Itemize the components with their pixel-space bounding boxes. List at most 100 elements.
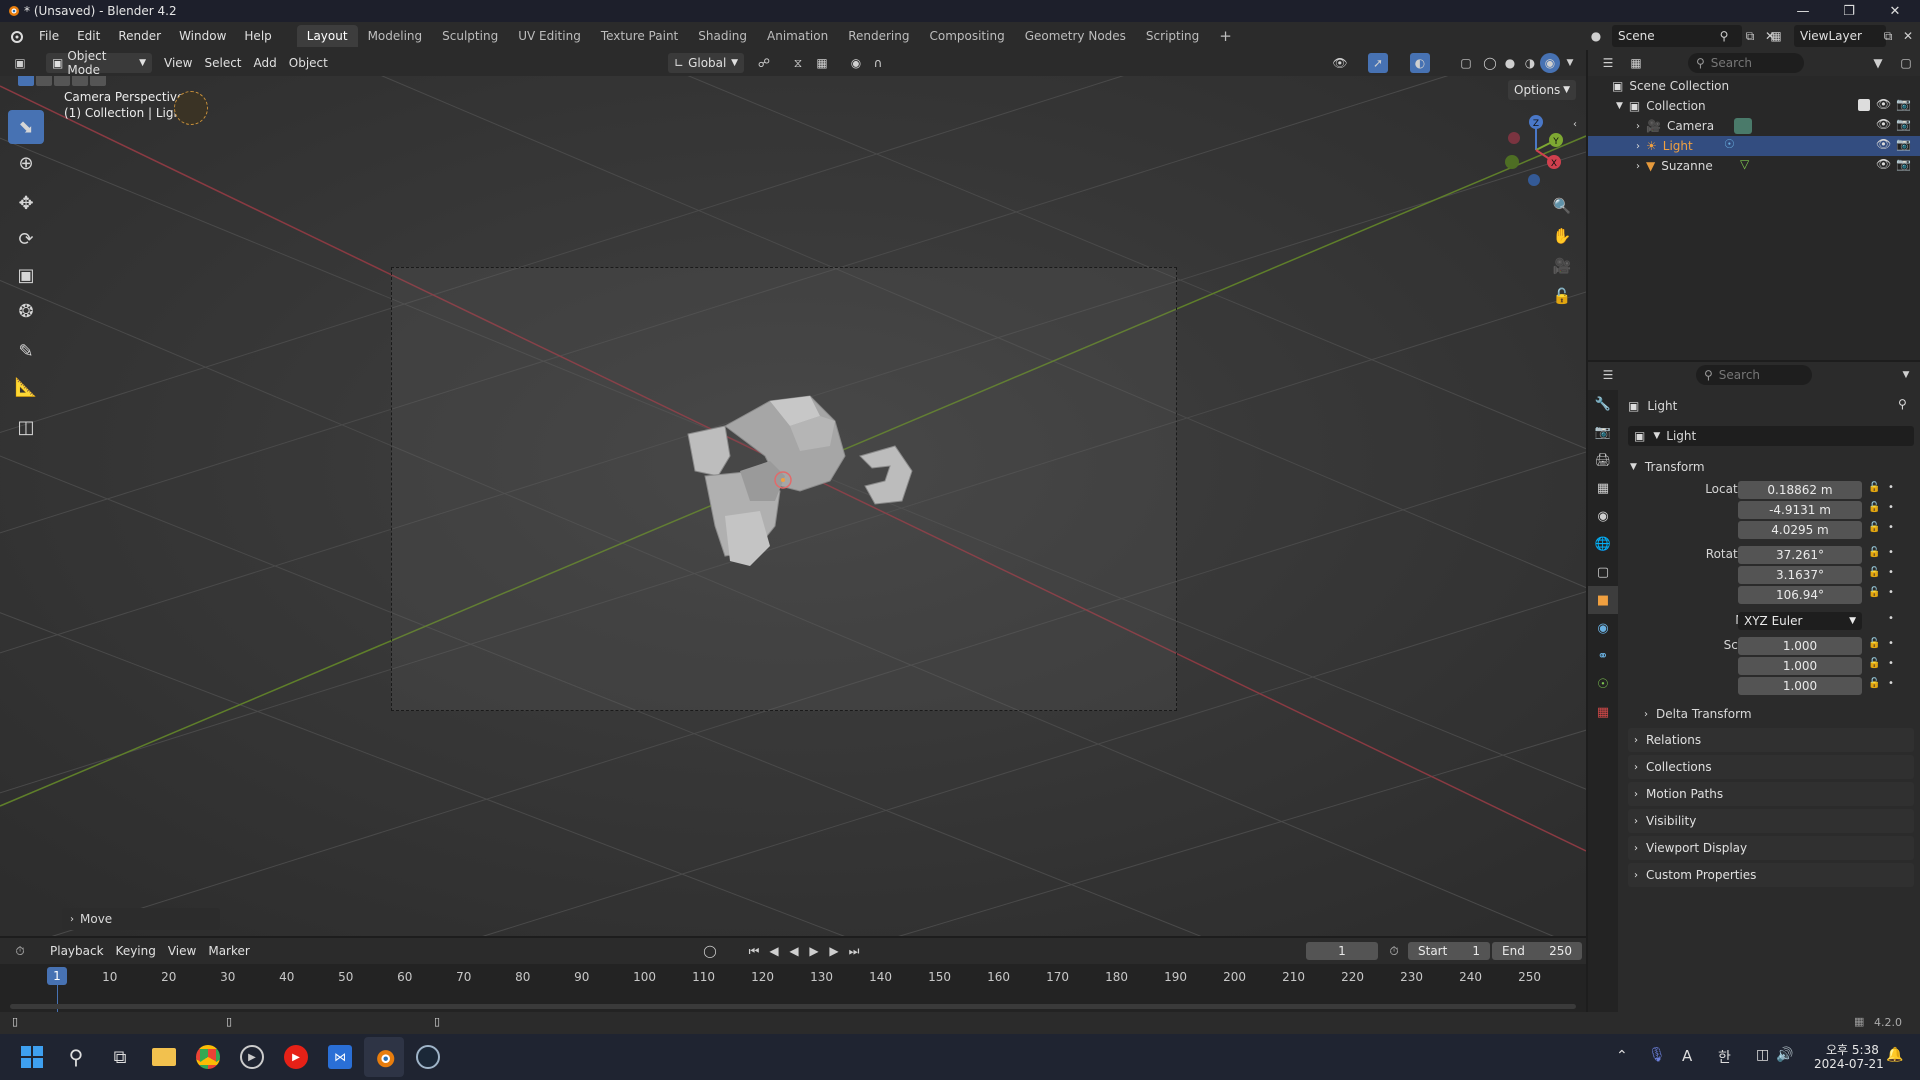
delta-transform-subpanel[interactable]: › Delta Transform: [1644, 704, 1914, 724]
pivot-icon[interactable]: ☍: [754, 53, 774, 73]
outliner-row-suzanne[interactable]: › ▼ Suzanne ▽ 👁 📷: [1588, 156, 1920, 176]
scale-tool[interactable]: ▣: [8, 258, 44, 292]
add-view-layer-icon[interactable]: ⧉: [1878, 26, 1898, 46]
options-button[interactable]: Options ▼: [1508, 80, 1576, 100]
timeline-ruler[interactable]: 10 20 30 40 50 60 70 80 90 100 110 120 130 140 150 160 1…: [0, 964, 1586, 1012]
light-data-tab-icon[interactable]: ☉: [1588, 670, 1618, 698]
clock-icon[interactable]: ⏱: [1384, 941, 1404, 961]
clock-time[interactable]: 오후 5:38: [1826, 1041, 1879, 1058]
close-button[interactable]: ✕: [1872, 0, 1918, 22]
lock-icon[interactable]: 🔓: [1868, 638, 1880, 649]
menu-render[interactable]: Render: [109, 25, 170, 47]
3d-viewport[interactable]: Camera Perspective (1) Collection | Ligh…: [0, 76, 1586, 936]
menu-help[interactable]: Help: [235, 25, 280, 47]
constraints-tab-icon[interactable]: ⚭: [1588, 642, 1618, 670]
keyframe-dot-icon[interactable]: •: [1888, 613, 1894, 624]
relations-panel[interactable]: › Relations: [1628, 728, 1914, 752]
measure-tool[interactable]: 📐: [8, 370, 44, 404]
snap-icon[interactable]: ⧖: [788, 53, 808, 73]
custom-properties-panel[interactable]: › Custom Properties: [1628, 863, 1914, 887]
scale-z-field[interactable]: 1.000: [1738, 677, 1862, 695]
outliner-row-scene-collection[interactable]: ▣ Scene Collection: [1588, 76, 1920, 96]
chevron-down-icon[interactable]: ▼: [1616, 101, 1623, 111]
menu-object[interactable]: Object: [283, 53, 334, 73]
rotation-x-field[interactable]: 37.261°: [1738, 546, 1862, 564]
eye-icon[interactable]: 👁: [1876, 157, 1891, 171]
task-view-icon[interactable]: ⧉: [100, 1037, 140, 1077]
current-frame-field[interactable]: 1: [1306, 942, 1378, 960]
view-layer-icon[interactable]: ▦: [1766, 26, 1786, 46]
prev-keyframe-icon[interactable]: ◀: [764, 941, 784, 961]
ime-language-indicator[interactable]: A: [1682, 1047, 1692, 1065]
tab-layout[interactable]: Layout: [296, 25, 358, 47]
transform-panel-header[interactable]: ▼ Transform: [1628, 456, 1914, 478]
menu-edit[interactable]: Edit: [68, 25, 109, 47]
chevron-right-icon[interactable]: ›: [1636, 141, 1640, 152]
camera-lock-icon[interactable]: [174, 91, 208, 125]
keyframe-dot-icon[interactable]: •: [1888, 658, 1894, 669]
tab-compositing[interactable]: Compositing: [919, 25, 1014, 47]
keyframe-dot-icon[interactable]: •: [1888, 482, 1894, 493]
add-cube-tool[interactable]: ◫: [8, 410, 44, 444]
menu-window[interactable]: Window: [170, 25, 235, 47]
gizmo-toggle-icon[interactable]: ➚: [1368, 53, 1388, 73]
jump-end-icon[interactable]: ⏭: [844, 941, 864, 961]
rotation-mode-select[interactable]: XYZ Euler ▼: [1738, 612, 1862, 630]
shading-options-icon[interactable]: ▼: [1560, 53, 1580, 73]
scene-tab-icon[interactable]: ◉: [1588, 502, 1618, 530]
tab-animation[interactable]: Animation: [757, 25, 838, 47]
xray-icon[interactable]: ▢: [1456, 53, 1476, 73]
outliner-row-collection[interactable]: ▼ ▣ Collection 👁 📷: [1588, 96, 1920, 116]
rotation-y-field[interactable]: 3.1637°: [1738, 566, 1862, 584]
keyframe-dot-icon[interactable]: •: [1888, 522, 1894, 533]
display-mode-icon[interactable]: ▦: [1626, 53, 1646, 73]
play-reverse-icon[interactable]: ◀: [784, 941, 804, 961]
tab-texture-paint[interactable]: Texture Paint: [591, 25, 688, 47]
physics-tab-icon[interactable]: ◉: [1588, 614, 1618, 642]
view-layer-tab-icon[interactable]: ▦: [1588, 474, 1618, 502]
overlay-toggle-icon[interactable]: ◐: [1410, 53, 1430, 73]
motion-paths-panel[interactable]: › Motion Paths: [1628, 782, 1914, 806]
suzanne-mesh[interactable]: [680, 376, 940, 596]
tab-shading[interactable]: Shading: [688, 25, 757, 47]
tab-modeling[interactable]: Modeling: [358, 25, 433, 47]
tab-sculpting[interactable]: Sculpting: [432, 25, 508, 47]
start-frame-field[interactable]: Start 1: [1408, 942, 1490, 960]
keyframe-dot-icon[interactable]: •: [1888, 678, 1894, 689]
outliner-search[interactable]: ⚲ Search: [1688, 53, 1804, 73]
keyframe-dot-icon[interactable]: •: [1888, 547, 1894, 558]
windows-start-icon[interactable]: [12, 1037, 52, 1077]
location-y-field[interactable]: -4.9131 m: [1738, 501, 1862, 519]
scale-y-field[interactable]: 1.000: [1738, 657, 1862, 675]
menu-file[interactable]: File: [30, 25, 68, 47]
select-intersect-icon[interactable]: [90, 76, 106, 86]
tray-chevron-up-icon[interactable]: ⌃: [1616, 1048, 1628, 1064]
network-tray-icon[interactable]: ◫: [1756, 1047, 1769, 1063]
rotation-z-field[interactable]: 106.94°: [1738, 586, 1862, 604]
lock-icon[interactable]: 🔓: [1868, 678, 1880, 689]
pin-icon[interactable]: ⚲: [1898, 397, 1907, 411]
next-keyframe-icon[interactable]: ▶: [824, 941, 844, 961]
keyframe-dot-icon[interactable]: •: [1888, 502, 1894, 513]
last-operator-panel[interactable]: › Move: [62, 908, 220, 930]
move-tool[interactable]: ✥: [8, 186, 44, 220]
timeline-editor-icon[interactable]: ⏱: [10, 941, 30, 961]
eye-icon[interactable]: 👁: [1876, 97, 1891, 111]
lock-icon[interactable]: 🔓: [1868, 547, 1880, 558]
file-explorer-icon[interactable]: [144, 1037, 184, 1077]
remove-view-layer-icon[interactable]: ✕: [1898, 26, 1918, 46]
maximize-button[interactable]: ❐: [1826, 0, 1872, 22]
blender-menu-icon[interactable]: [6, 26, 26, 46]
minimize-button[interactable]: —: [1780, 0, 1826, 22]
select-new-icon[interactable]: [18, 76, 34, 86]
chrome-icon[interactable]: [188, 1037, 228, 1077]
annotate-tool[interactable]: ✎: [8, 334, 44, 368]
tab-scripting[interactable]: Scripting: [1136, 25, 1209, 47]
eye-icon[interactable]: 👁: [1876, 137, 1891, 151]
object-name-field[interactable]: ▣ ▼ Light: [1628, 426, 1914, 446]
menu-add[interactable]: Add: [248, 53, 283, 73]
lock-icon[interactable]: 🔓: [1868, 567, 1880, 578]
sidebar-toggle-icon[interactable]: ‹: [1568, 110, 1582, 138]
search-icon[interactable]: ⚲: [56, 1037, 96, 1077]
outliner-editor-icon[interactable]: ☰: [1598, 53, 1618, 73]
